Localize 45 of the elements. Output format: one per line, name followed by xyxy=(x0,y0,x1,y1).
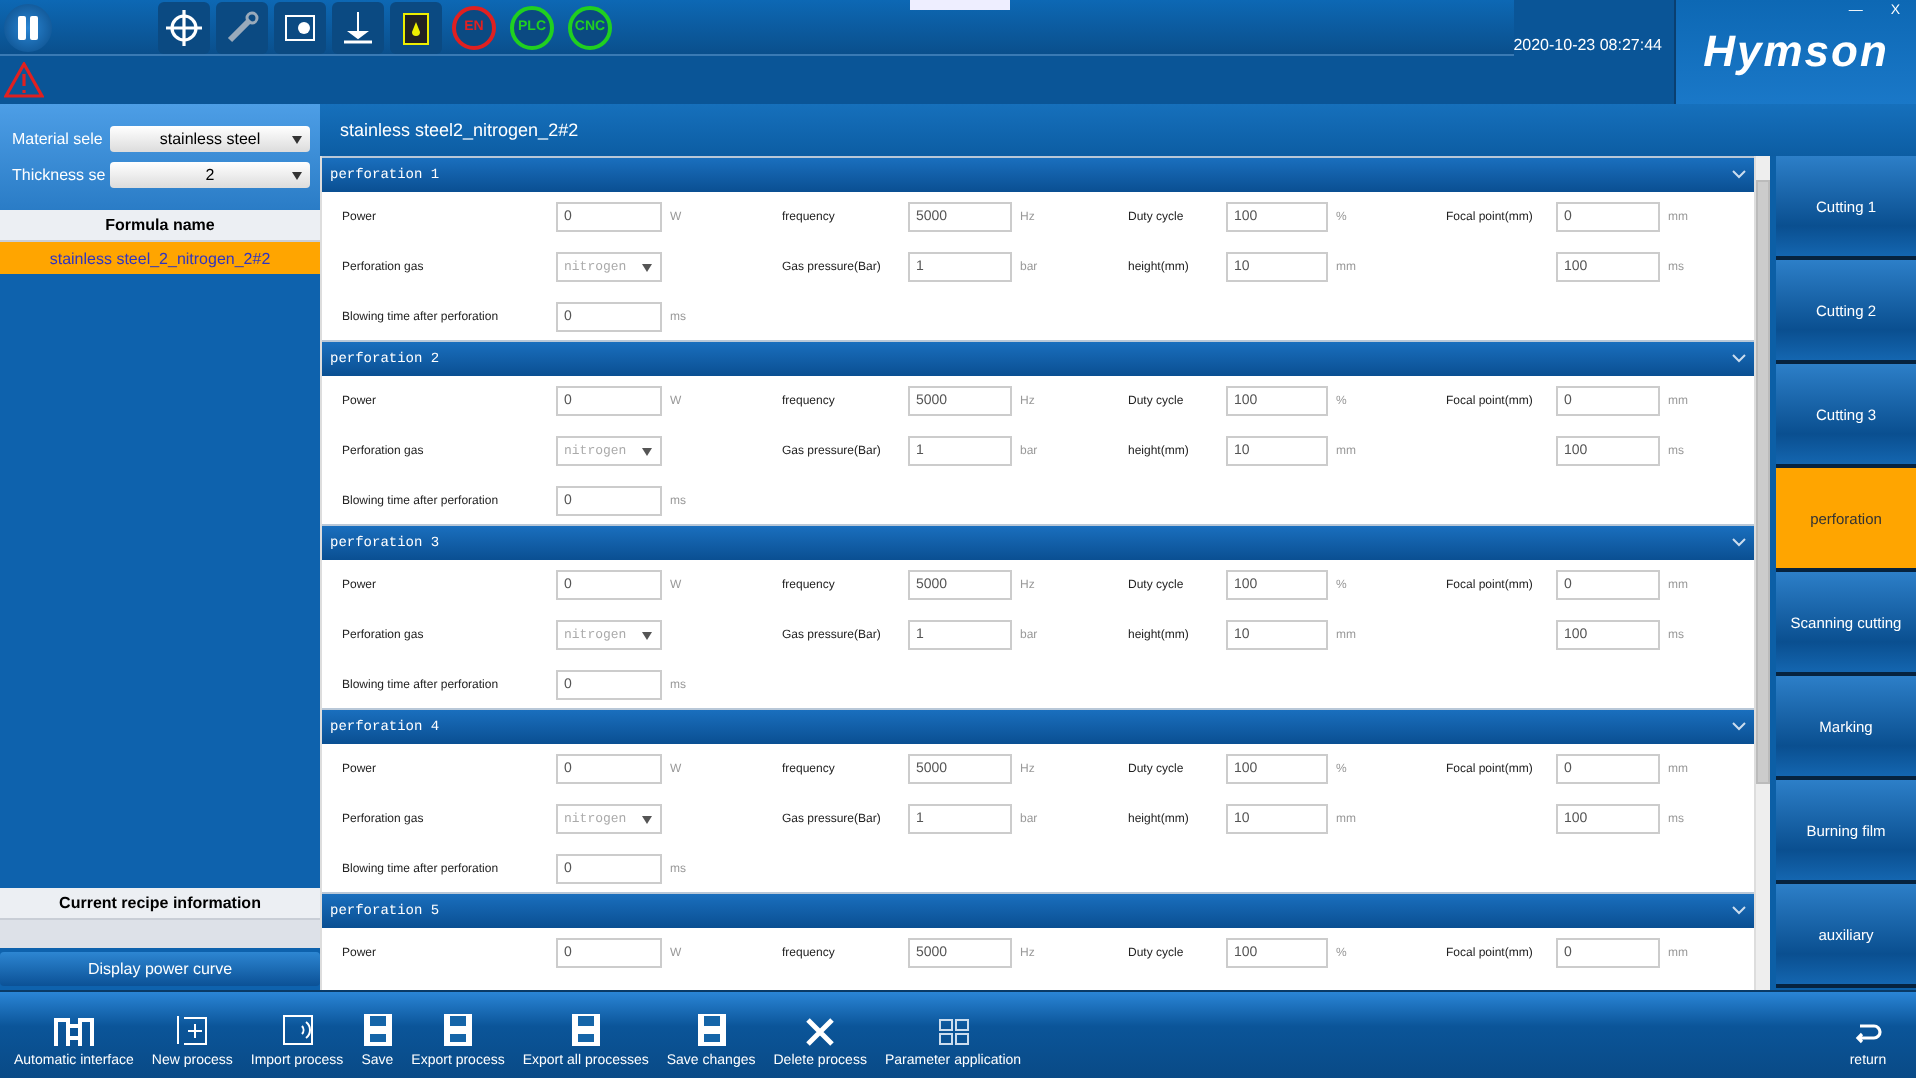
floppy-icon xyxy=(697,1014,726,1046)
drag-handle[interactable] xyxy=(910,0,1010,10)
datetime-text: 2020-10-23 08:27:44 xyxy=(1513,36,1662,54)
pause-icon xyxy=(14,13,42,42)
material-label: Material sele xyxy=(12,130,104,148)
grid-icon xyxy=(937,1018,969,1046)
power-curve-button[interactable]: Display power curve xyxy=(0,952,320,986)
warning-icon xyxy=(4,62,44,99)
caret-icon xyxy=(642,447,652,455)
bottle-icon xyxy=(402,9,430,46)
close-icon xyxy=(806,1018,835,1046)
import-icon xyxy=(281,1014,314,1046)
floppy-icon xyxy=(571,1014,600,1046)
chevron-icon xyxy=(1732,354,1746,364)
material-dropdown[interactable]: stainless steel xyxy=(110,126,310,152)
floppy-icon xyxy=(363,1014,392,1046)
caret-icon xyxy=(642,263,652,271)
scrollbar[interactable] xyxy=(1754,156,1770,990)
caret-icon xyxy=(292,136,302,144)
chevron-icon xyxy=(1732,170,1746,180)
return-icon xyxy=(1854,1022,1882,1046)
caret-icon xyxy=(642,631,652,639)
chevron-icon xyxy=(1732,906,1746,916)
crosshair-icon xyxy=(164,7,204,48)
caret-icon xyxy=(642,815,652,823)
wrench-button[interactable] xyxy=(216,1,268,54)
chevron-icon xyxy=(1732,538,1746,548)
crosshair-button[interactable] xyxy=(158,1,210,54)
formula-item[interactable]: stainless steel_2_nitrogen_2#2 xyxy=(0,242,320,274)
gate-icon xyxy=(51,1014,96,1046)
formula-header: Formula name xyxy=(0,210,320,242)
oil-button[interactable] xyxy=(390,1,442,54)
thickness-label: Thickness se xyxy=(12,166,104,184)
thickness-dropdown[interactable]: 2 xyxy=(110,162,310,188)
recipe-header: Current recipe information xyxy=(0,888,320,920)
scrollbar-thumb[interactable] xyxy=(1756,180,1770,784)
laser-button[interactable] xyxy=(274,1,326,54)
caret-icon xyxy=(292,172,302,180)
chevron-icon xyxy=(1732,722,1746,732)
recipe-title: stainless steel2_nitrogen_2#2 xyxy=(340,120,579,140)
floppy-icon xyxy=(444,1014,472,1046)
pause-button[interactable] xyxy=(4,3,52,52)
nozzle-button[interactable] xyxy=(332,1,384,54)
add-icon xyxy=(176,1014,209,1046)
logo-text: Hymson xyxy=(1703,26,1889,78)
